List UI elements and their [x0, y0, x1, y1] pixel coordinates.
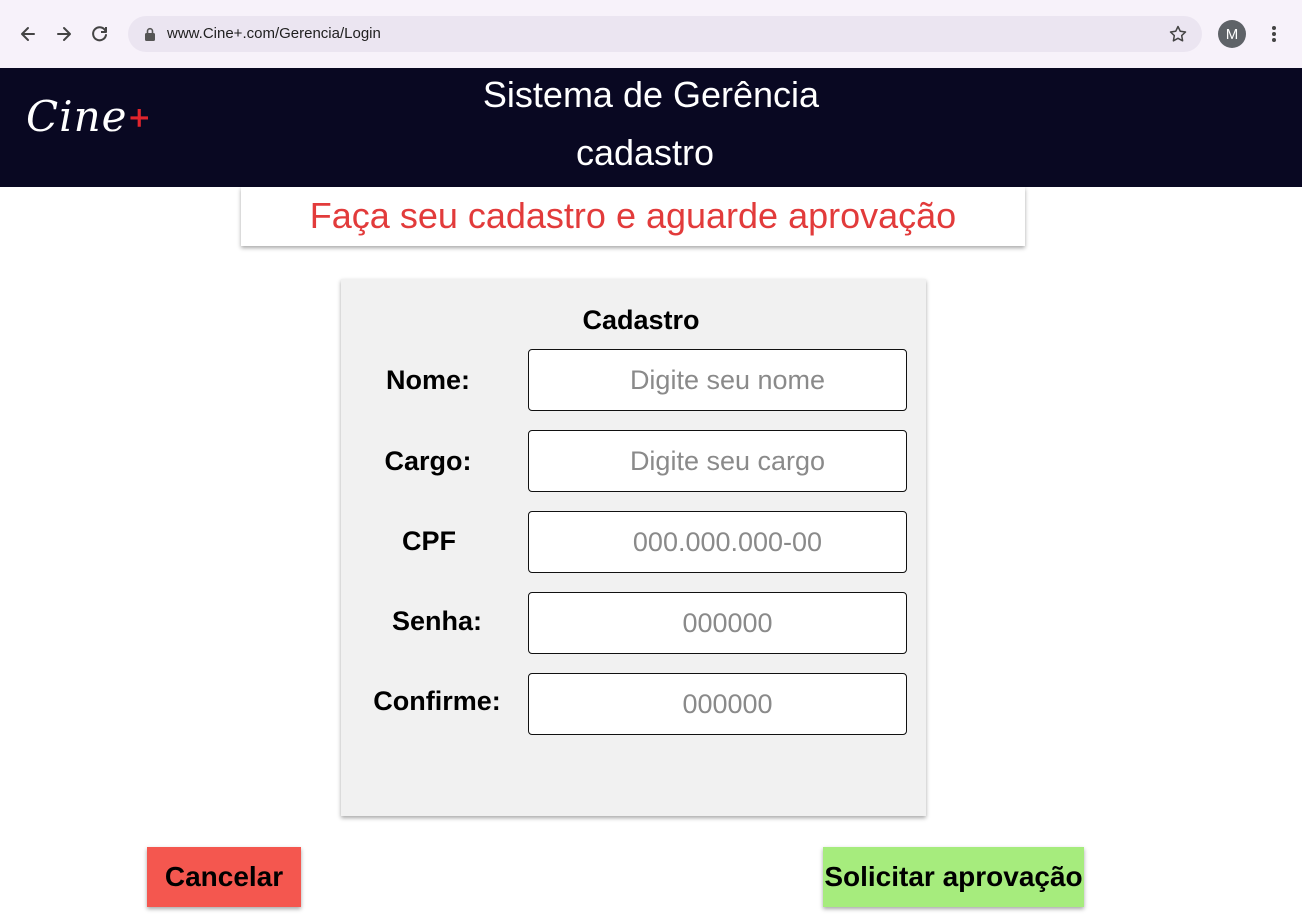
- cpf-label: CPF: [402, 526, 456, 556]
- more-menu-icon[interactable]: [1262, 20, 1286, 48]
- registration-card: Cadastro Nome: Cargo: CPF Senha: Confirm…: [341, 279, 926, 816]
- url-text: www.Cine+.com/Gerencia/Login: [167, 25, 381, 42]
- banner-text: Faça seu cadastro e aguarde aprovação: [309, 195, 957, 236]
- profile-avatar[interactable]: M: [1218, 20, 1246, 48]
- confirm-password-input[interactable]: [528, 673, 907, 735]
- form-title: Cadastro: [582, 305, 700, 335]
- instruction-banner: Faça seu cadastro e aguarde aprovação: [241, 187, 1025, 246]
- address-bar[interactable]: www.Cine+.com/Gerencia/Login: [128, 16, 1202, 52]
- bookmark-star-icon[interactable]: [1168, 24, 1188, 48]
- cpf-input[interactable]: [528, 511, 907, 573]
- name-input[interactable]: [528, 349, 907, 411]
- cancel-button[interactable]: Cancelar: [147, 847, 301, 907]
- lock-icon: [144, 26, 156, 45]
- name-label: Nome:: [385, 365, 470, 395]
- request-approval-button[interactable]: Solicitar aprovação: [823, 847, 1084, 907]
- role-input[interactable]: [528, 430, 907, 492]
- password-input[interactable]: [528, 592, 907, 654]
- confirm-password-label: Confirme:: [373, 686, 501, 716]
- reload-icon[interactable]: [86, 20, 114, 48]
- forward-arrow-icon[interactable]: [50, 20, 78, 48]
- role-label: Cargo:: [384, 446, 472, 476]
- app-header: Cine+ Sistema de Gerência cadastro: [0, 68, 1302, 187]
- browser-toolbar: www.Cine+.com/Gerencia/Login M: [0, 0, 1302, 68]
- back-arrow-icon[interactable]: [14, 20, 42, 48]
- password-label: Senha:: [391, 606, 483, 636]
- system-title: Sistema de Gerência: [482, 74, 820, 115]
- page-subtitle: cadastro: [575, 132, 715, 173]
